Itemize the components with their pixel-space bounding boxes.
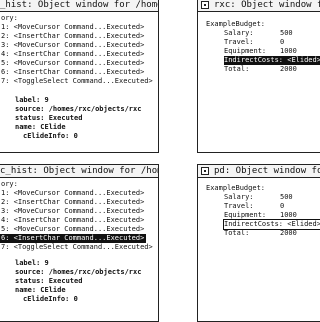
object-name: ExampleBudget: — [206, 20, 266, 28]
history-header: ory: — [1, 14, 18, 22]
history-item[interactable]: 4: <InsertChar Command...Executed> — [1, 50, 144, 59]
close-box-icon[interactable] — [201, 1, 209, 9]
title-bar[interactable]: c_hist: Object window for /homes/pd — [0, 165, 158, 178]
detail-source: source: /homes/rxc/objects/rxc — [15, 105, 142, 113]
history-item[interactable]: 3: <MoveCursor Command...Executed> — [1, 41, 144, 50]
window-title: rxc: Object window fo — [214, 0, 320, 10]
field-equipment-value[interactable]: 1000 — [280, 47, 297, 56]
detail-name: name: CElide — [15, 286, 66, 294]
field-salary-value[interactable]: 500 — [280, 193, 293, 202]
field-travel-label: Travel: — [224, 38, 254, 46]
title-bar[interactable]: _hist: Object window for /homes/r — [0, 0, 158, 12]
detail-source: source: /homes/rxc/objects/rxc — [15, 268, 142, 276]
field-indirectcosts-outlined[interactable]: IndirectCosts: <Elided> — [223, 219, 320, 230]
detail-status: status: Executed — [15, 114, 83, 122]
object-window-rxc: rxc: Object window fo ExampleBudget: Sal… — [197, 0, 320, 153]
history-list: ory: 1: <MoveCursor Command...Executed> … — [0, 12, 158, 152]
history-item[interactable]: 6: <InsertChar Command...Executed> — [1, 68, 144, 77]
history-item[interactable]: 2: <InsertChar Command...Executed> — [1, 198, 144, 207]
title-bar[interactable]: rxc: Object window fo — [198, 0, 320, 12]
history-item-selected[interactable]: 6: <InsertChar Command...Executed> — [0, 234, 147, 243]
detail-celideinfo: cElideInfo: 0 — [23, 295, 78, 303]
field-salary-value[interactable]: 500 — [280, 29, 293, 38]
field-equipment-label: Equipment: — [224, 47, 267, 55]
field-equipment-label: Equipment: — [224, 211, 267, 219]
detail-status: status: Executed — [15, 277, 83, 285]
window-title: pd: Object window for /home — [214, 166, 320, 176]
object-view: ExampleBudget: Salary: 500 Travel: 0 Equ… — [198, 12, 320, 152]
field-equipment-value[interactable]: 1000 — [280, 211, 297, 220]
field-travel-value[interactable]: 0 — [280, 202, 284, 211]
history-item[interactable]: 7: <ToggleSelect Command...Executed> — [1, 243, 153, 252]
window-title: c_hist: Object window for /homes/pd — [0, 166, 158, 176]
title-bar[interactable]: pd: Object window for /home — [198, 165, 320, 178]
field-salary-label: Salary: — [224, 29, 254, 37]
history-window-bottom: c_hist: Object window for /homes/pd ory:… — [0, 164, 159, 322]
object-name: ExampleBudget: — [206, 184, 266, 192]
field-travel-value[interactable]: 0 — [280, 38, 284, 47]
window-title: _hist: Object window for /homes/r — [0, 0, 158, 10]
field-total-value[interactable]: 2000 — [280, 229, 297, 238]
field-total-label: Total: — [224, 229, 250, 237]
history-item[interactable]: 1: <MoveCursor Command...Executed> — [1, 23, 144, 32]
object-view: ExampleBudget: Salary: 500 Travel: 0 Equ… — [198, 178, 320, 321]
history-item[interactable]: 5: <MoveCursor Command...Executed> — [1, 59, 144, 68]
history-item[interactable]: 4: <InsertChar Command...Executed> — [1, 216, 144, 225]
field-indirectcosts-selected[interactable]: IndirectCosts: <Elided> — [224, 56, 320, 65]
detail-label: label: 9 — [15, 259, 49, 267]
history-list: ory: 1: <MoveCursor Command...Executed> … — [0, 178, 158, 321]
history-item[interactable]: 1: <MoveCursor Command...Executed> — [1, 189, 144, 198]
close-box-icon[interactable] — [201, 167, 209, 175]
history-window-top: _hist: Object window for /homes/r ory: 1… — [0, 0, 159, 153]
field-total-label: Total: — [224, 65, 250, 73]
field-travel-label: Travel: — [224, 202, 254, 210]
history-item[interactable]: 2: <InsertChar Command...Executed> — [1, 32, 144, 41]
detail-name: name: CElide — [15, 123, 66, 131]
detail-label: label: 9 — [15, 96, 49, 104]
field-total-value[interactable]: 2000 — [280, 65, 297, 74]
history-item[interactable]: 5: <MoveCursor Command...Executed> — [1, 225, 144, 234]
history-item[interactable]: 7: <ToggleSelect Command...Executed> — [1, 77, 153, 86]
object-window-pd: pd: Object window for /home ExampleBudge… — [197, 164, 320, 322]
history-header: ory: — [1, 180, 18, 188]
field-salary-label: Salary: — [224, 193, 254, 201]
detail-celideinfo: cElideInfo: 0 — [23, 132, 78, 140]
history-item[interactable]: 3: <MoveCursor Command...Executed> — [1, 207, 144, 216]
